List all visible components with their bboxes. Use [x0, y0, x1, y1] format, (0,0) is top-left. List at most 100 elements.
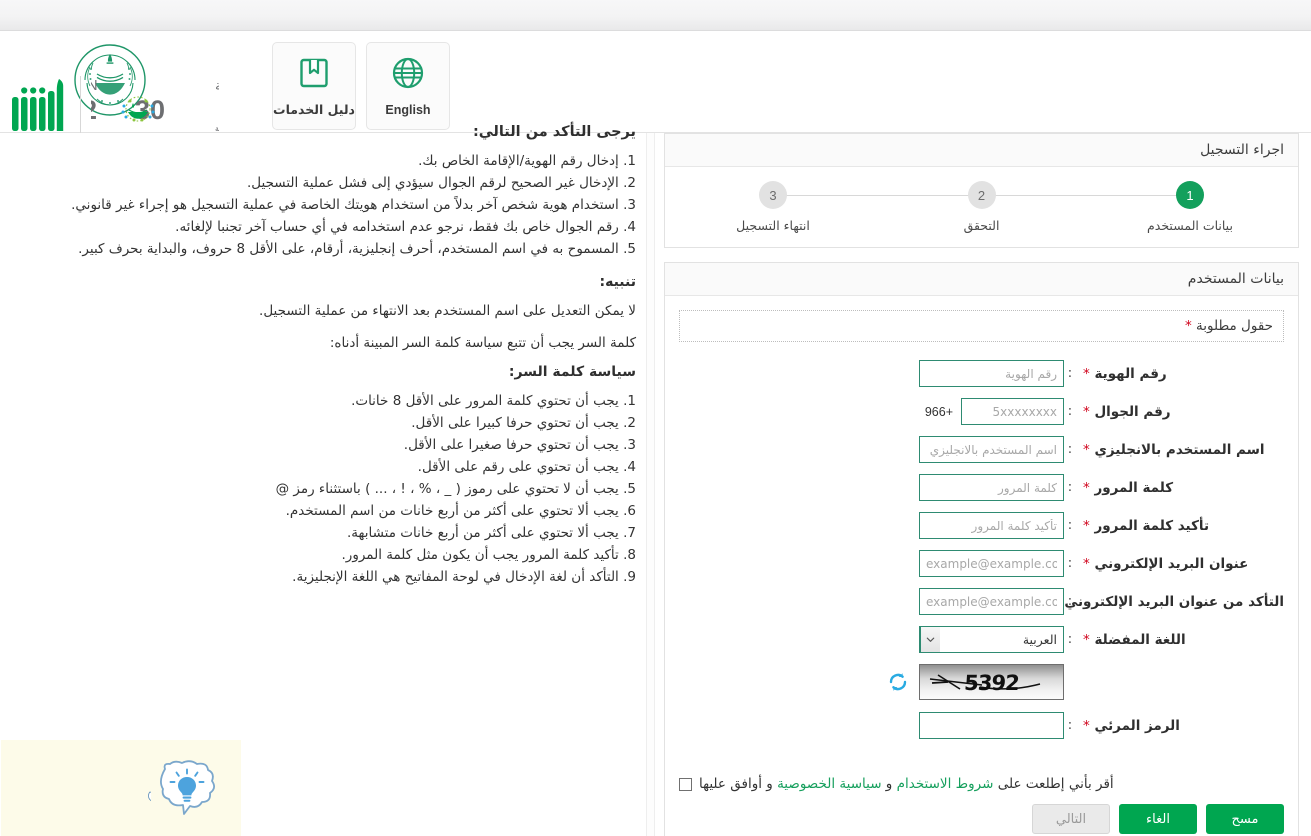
- country-code-label: +966: [925, 405, 953, 419]
- watermark-text-logo: ثقفني: [23, 764, 151, 812]
- email-colon: :: [1064, 556, 1076, 571]
- form-action-buttons: التالي الغاء مسح: [679, 804, 1284, 834]
- user-data-panel: بيانات المستخدم حقول مطلوبة * رقم الهوية…: [664, 262, 1299, 836]
- preferred-language-label-text: اللغة المفضلة: [1094, 632, 1185, 648]
- language-toggle-button[interactable]: English: [366, 42, 450, 130]
- step-3-label: انتهاء التسجيل: [736, 218, 810, 233]
- book-icon: [297, 56, 331, 90]
- policy-item-7-number: 7.: [623, 525, 636, 541]
- confirm-password-input[interactable]: [919, 512, 1064, 539]
- terms-of-use-link[interactable]: شروط الاستخدام: [897, 776, 994, 792]
- username-english-input[interactable]: [919, 436, 1064, 463]
- refresh-icon[interactable]: [887, 671, 909, 693]
- captcha-image-row: 5392: [679, 664, 1284, 700]
- password-policy-heading: سياسة كلمة السر:: [12, 364, 636, 380]
- step-1-number: 1: [1176, 181, 1204, 209]
- confirm-email-label: التأكد من عنوان البريد الإلكتروني *: [1076, 594, 1284, 610]
- terms-agreement-checkbox[interactable]: [679, 778, 692, 791]
- thaqafny-watermark: ثقفني: [1, 740, 241, 836]
- step-2-label: التحقق: [964, 218, 1000, 233]
- registration-form-column: اجراء التسجيل 3 انتهاء التسجيل 2 التحقق: [656, 133, 1311, 836]
- mobile-number-input[interactable]: [961, 398, 1064, 425]
- policy-item-5-text: يجب أن لا تحتوي على رموز ( _ ، % ، ! ، .…: [276, 481, 619, 497]
- checklist-item-4-number: 4.: [623, 219, 636, 235]
- list-item: 7. يجب ألا تحتوي على أكثر من أربع خانات …: [12, 522, 636, 544]
- list-item: 3. يجب أن تحتوي حرفا صغيرا على الأقل.: [12, 434, 636, 456]
- terms-agreement-row: أقر بأني إطلعت على شروط الاستخدام و سياس…: [679, 776, 1284, 792]
- confirm-password-label-text: تأكيد كلمة المرور: [1094, 518, 1209, 534]
- list-item: 1. يجب أن تحتوي كلمة المرور على الأقل 8 …: [12, 390, 636, 412]
- list-item: 3. استخدام هوية شخص آخر بدلاً من استخدام…: [12, 194, 636, 216]
- email-input[interactable]: [919, 550, 1064, 577]
- confirm-password-label: تأكيد كلمة المرور *: [1076, 518, 1284, 534]
- agreement-middle: و: [882, 776, 897, 792]
- browser-chrome-strip: [0, 0, 1311, 31]
- password-label-text: كلمة المرور: [1094, 480, 1173, 496]
- instructions-column: يرجى التأكد من التالي: 1. إدخال رقم الهو…: [0, 133, 655, 836]
- language-toggle-label: English: [385, 104, 430, 117]
- list-item: 2. الإدخال غير الصحيح لرقم الجوال سيؤدي …: [12, 172, 636, 194]
- password-label: كلمة المرور *: [1076, 480, 1284, 496]
- field-row-password: كلمة المرور * :: [679, 474, 1284, 501]
- services-guide-button[interactable]: دليل الخدمات: [272, 42, 356, 130]
- password-input[interactable]: [919, 474, 1064, 501]
- clear-button[interactable]: مسح: [1206, 804, 1284, 834]
- svg-text:ثقفني: ثقفني: [147, 771, 151, 806]
- list-item: 1. إدخال رقم الهوية/الإقامة الخاص بك.: [12, 150, 636, 172]
- checklist-item-2-text: الإدخال غير الصحيح لرقم الجوال سيؤدي إلى…: [247, 175, 619, 191]
- email-label-text: عنوان البريد الإلكتروني: [1094, 556, 1248, 572]
- step-1-user-data[interactable]: 1 بيانات المستخدم: [1108, 181, 1272, 233]
- agreement-suffix: و أوافق عليها: [699, 776, 777, 792]
- list-item: 4. رقم الجوال خاص بك فقط، نرجو عدم استخد…: [12, 216, 636, 238]
- policy-item-3-number: 3.: [623, 437, 636, 453]
- checklist-item-1-text: إدخال رقم الهوية/الإقامة الخاص بك.: [418, 153, 619, 169]
- mobile-colon: :: [1064, 404, 1076, 419]
- list-item: 4. يجب أن تحتوي على رقم على الأقل.: [12, 456, 636, 478]
- captcha-code-input[interactable]: [919, 712, 1064, 739]
- notice-heading: تنبيه:: [12, 274, 636, 290]
- policy-item-6-number: 6.: [623, 503, 636, 519]
- page-root: English دليل الخدمات رؤيــة VISION 2: [0, 0, 1311, 836]
- email-required-star: *: [1083, 556, 1090, 572]
- national-id-colon: :: [1064, 366, 1076, 381]
- checklist-item-1-number: 1.: [623, 153, 636, 169]
- svg-text:2: 2: [91, 95, 97, 125]
- national-id-input[interactable]: [919, 360, 1064, 387]
- confirm-password-colon: :: [1064, 518, 1076, 533]
- list-item: 9. التأكد أن لغة الإدخال في لوحة المفاتي…: [12, 566, 636, 588]
- agreement-prefix: أقر بأني إطلعت على: [993, 776, 1113, 792]
- privacy-policy-link[interactable]: سياسية الخصوصية: [777, 776, 881, 792]
- policy-item-2-text: يجب أن تحتوي حرفا كبيرا على الأقل.: [411, 415, 619, 431]
- confirm-email-input[interactable]: [919, 588, 1064, 615]
- policy-item-8-number: 8.: [623, 547, 636, 563]
- policy-item-3-text: يجب أن تحتوي حرفا صغيرا على الأقل.: [404, 437, 619, 453]
- national-id-required-star: *: [1083, 366, 1090, 382]
- preferred-language-select[interactable]: العربية English: [919, 626, 1064, 653]
- checklist-item-4-text: رقم الجوال خاص بك فقط، نرجو عدم استخدامه…: [175, 219, 619, 235]
- checklist-item-2-number: 2.: [623, 175, 636, 191]
- required-fields-label: حقول مطلوبة: [1196, 318, 1273, 334]
- step-3-finish[interactable]: 3 انتهاء التسجيل: [691, 181, 855, 233]
- required-asterisk: *: [1185, 318, 1192, 334]
- confirm-password-required-star: *: [1083, 518, 1090, 534]
- policy-item-7-text: يجب ألا تحتوي على أكثر من أربع خانات متش…: [347, 525, 619, 541]
- svg-text:رؤيــة: رؤيــة: [215, 78, 219, 94]
- field-row-captcha-code: الرمز المرئي * :: [679, 712, 1284, 739]
- field-row-national-id: رقم الهوية * :: [679, 360, 1284, 387]
- policy-item-9-text: التأكد أن لغة الإدخال في لوحة المفاتيح ه…: [292, 569, 619, 585]
- cancel-button[interactable]: الغاء: [1119, 804, 1197, 834]
- list-item: 8. تأكيد كلمة المرور يجب أن يكون مثل كلم…: [12, 544, 636, 566]
- policy-item-8-text: تأكيد كلمة المرور يجب أن يكون مثل كلمة ا…: [342, 547, 619, 563]
- language-required-star: *: [1083, 632, 1090, 648]
- captcha-code-label: الرمز المرئي *: [1076, 718, 1284, 734]
- field-row-confirm-email: التأكد من عنوان البريد الإلكتروني * :: [679, 588, 1284, 615]
- step-2-verification[interactable]: 2 التحقق: [900, 181, 1064, 233]
- instructions-scrollbar[interactable]: [646, 133, 655, 836]
- step-2-number: 2: [968, 181, 996, 209]
- checklist-item-5-text: المسموح به في اسم المستخدم، أحرف إنجليزي…: [78, 241, 619, 257]
- next-button[interactable]: التالي: [1032, 804, 1110, 834]
- policy-item-1-number: 1.: [623, 393, 636, 409]
- checklist-item-3-text: استخدام هوية شخص آخر بدلاً من استخدام هو…: [71, 197, 619, 213]
- captcha-required-star: *: [1083, 718, 1090, 734]
- field-row-mobile-number: رقم الجوال * : +966: [679, 398, 1284, 425]
